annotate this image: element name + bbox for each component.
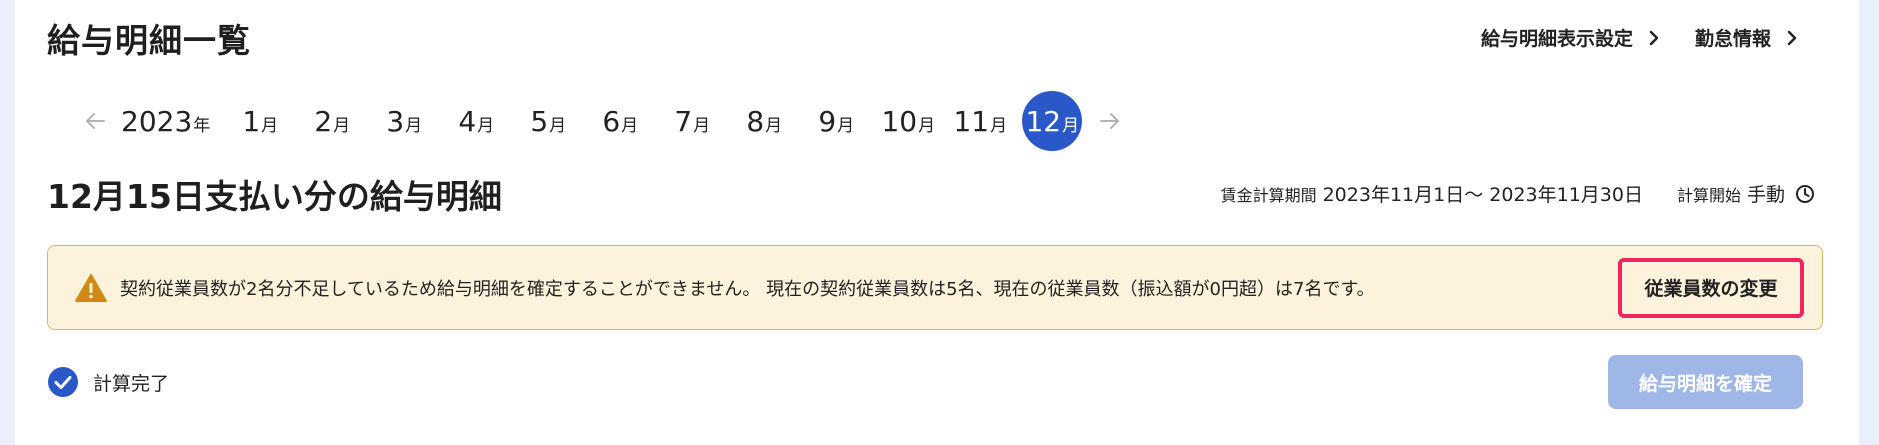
month-unit: 月 [333, 116, 351, 136]
month-number: 7 [674, 105, 693, 138]
month-1[interactable]: 1月 [224, 91, 296, 151]
month-number: 12 [1025, 105, 1062, 138]
confirm-payslip-button[interactable]: 給与明細を確定 [1608, 355, 1803, 409]
month-12[interactable]: 12 月 [1022, 91, 1083, 151]
month-8[interactable]: 8月 [728, 91, 800, 151]
month-list: 1 月 2 月 3 月 4 月 5 月 6 月 7 月 8 月 9 月 10 月 11 月 12 月 [224, 91, 1088, 151]
main-panel: 給与明細一覧 給与明細表示設定 勤怠情報 2023 年 1月2月3月4月5月6月7… [15, 0, 1859, 445]
month-unit: 月 [990, 116, 1008, 136]
payslip-display-settings-label: 給与明細表示設定 [1480, 28, 1633, 50]
arrow-left-icon [86, 113, 105, 129]
header-links: 給与明細表示設定 勤怠情報 [1481, 24, 1799, 51]
arrow-right-icon [1100, 113, 1120, 129]
warning-message: 契約従業員数が2名分不足しているため給与明細を確定することができません。 現在の… [120, 278, 1375, 300]
month-number: 2 [314, 105, 333, 138]
month-number: 10 [881, 105, 918, 138]
month-number: 1 [242, 105, 261, 138]
warning-icon [75, 273, 107, 302]
month-2[interactable]: 2月 [296, 91, 368, 151]
month-number: 6 [602, 105, 621, 138]
month-number: 9 [818, 105, 837, 138]
year-label: 2023 年 [121, 105, 210, 138]
check-circle-icon [48, 367, 78, 397]
calc-start-value: 手動 [1746, 184, 1785, 206]
month-unit: 月 [405, 116, 423, 136]
chevron-right-icon [1649, 30, 1659, 45]
month-6[interactable]: 6月 [584, 91, 656, 151]
next-year-button[interactable] [1088, 99, 1132, 143]
payslip-display-settings-link[interactable]: 給与明細表示設定 [1481, 24, 1661, 51]
year-unit: 年 [193, 115, 211, 136]
month-number: 3 [386, 105, 405, 138]
month-4[interactable]: 4月 [440, 91, 512, 151]
month-unit: 月 [837, 116, 855, 136]
year-value: 2023 [121, 104, 193, 138]
calc-start-label: 計算開始 [1676, 186, 1741, 205]
warning-banner: 契約従業員数が2名分不足しているため給与明細を確定することができません。 現在の… [47, 245, 1823, 330]
calculation-period: 賃金計算期間 2023年11月1日～ 2023年11月30日 計算開始 手動 [1221, 180, 1815, 207]
month-5[interactable]: 5月 [512, 91, 584, 151]
month-unit: 月 [1062, 116, 1080, 136]
month-11[interactable]: 11 月 [944, 91, 1016, 151]
month-3[interactable]: 3月 [368, 91, 440, 151]
period-value: 2023年11月1日～ 2023年11月30日 [1322, 184, 1643, 206]
attendance-info-label: 勤怠情報 [1694, 28, 1771, 50]
period-label: 賃金計算期間 [1220, 186, 1317, 205]
month-unit: 月 [693, 116, 711, 136]
month-7[interactable]: 7月 [656, 91, 728, 151]
month-9[interactable]: 9月 [800, 91, 872, 151]
month-number: 8 [746, 105, 765, 138]
status-label: 計算完了 [93, 372, 170, 395]
attendance-info-link[interactable]: 勤怠情報 [1695, 24, 1799, 51]
month-10[interactable]: 10 月 [872, 91, 944, 151]
month-unit: 月 [261, 116, 279, 136]
month-unit: 月 [765, 116, 783, 136]
month-navigation: 2023 年 1 月 2 月 3 月 4 月 5 月 6 月 7 月 8 月 9 月 10 月 11 月 12 月 [73, 90, 1132, 152]
clock-icon [1796, 184, 1814, 203]
page-title: 給与明細一覧 [47, 21, 251, 60]
month-unit: 月 [549, 116, 567, 136]
chevron-right-icon [1787, 30, 1797, 45]
month-unit: 月 [621, 116, 639, 136]
month-number: 4 [458, 105, 477, 138]
payslip-title: 12月15日支払い分の給与明細 [47, 177, 502, 216]
change-employee-count-button[interactable]: 従業員数の変更 [1618, 257, 1804, 318]
month-unit: 月 [918, 116, 936, 136]
previous-year-button[interactable] [73, 99, 117, 143]
month-number: 11 [953, 105, 990, 138]
month-unit: 月 [477, 116, 495, 136]
month-number: 5 [530, 105, 549, 138]
calculation-status: 計算完了 [47, 366, 169, 398]
